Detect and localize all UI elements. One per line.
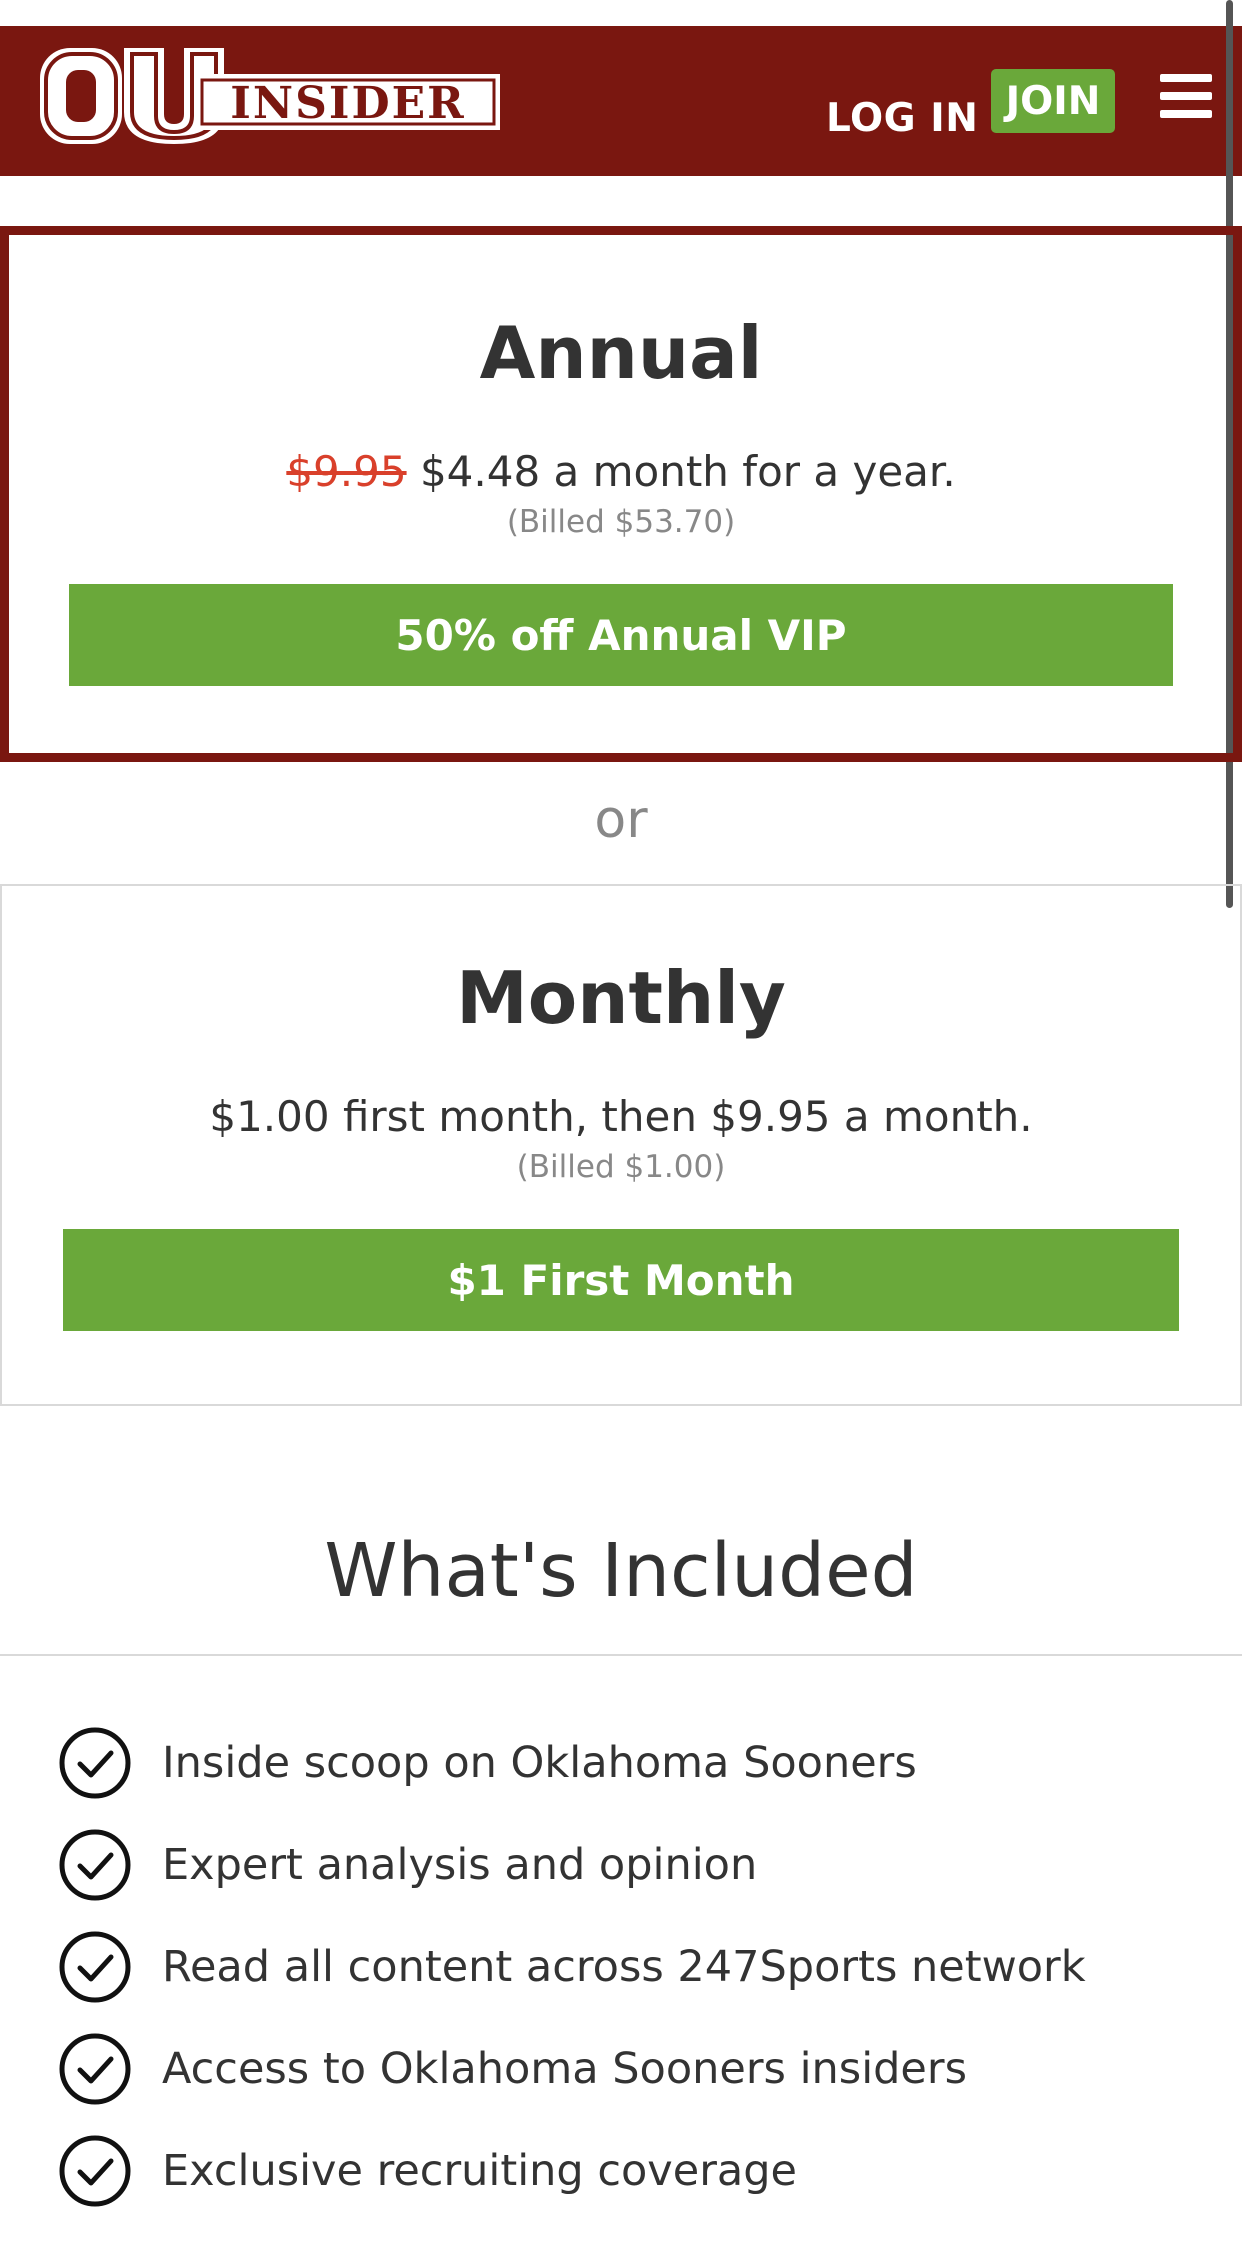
- plan-price: $1.00 first month, then $9.95 a month.: [209, 1092, 1033, 1141]
- plan-title: Monthly: [456, 956, 786, 1040]
- discounted-price: $4.48 a month for a year.: [419, 447, 956, 496]
- list-item: Read all content across 247Sports networ…: [58, 1916, 1208, 2018]
- original-price: $9.95: [286, 447, 407, 496]
- feature-label: Inside scoop on Oklahoma Sooners: [162, 1738, 917, 1788]
- first-month-button[interactable]: $1 First Month: [63, 1229, 1179, 1331]
- join-button[interactable]: JOIN: [991, 69, 1115, 133]
- login-link[interactable]: LOG IN: [826, 96, 978, 141]
- included-list: Inside scoop on Oklahoma Sooners Expert …: [58, 1712, 1208, 2222]
- billed-amount: (Billed $1.00): [516, 1149, 726, 1185]
- list-item: Access to Oklahoma Sooners insiders: [58, 2018, 1208, 2120]
- check-circle-icon: [59, 2033, 131, 2105]
- ou-insider-logo[interactable]: INSIDER: [36, 40, 506, 150]
- check-circle-icon: [59, 2135, 131, 2207]
- site-header: INSIDER LOG IN JOIN: [0, 26, 1242, 176]
- included-title: What's Included: [324, 1528, 918, 1614]
- list-item: Expert analysis and opinion: [58, 1814, 1208, 1916]
- feature-label: Access to Oklahoma Sooners insiders: [162, 2044, 967, 2094]
- feature-label: Expert analysis and opinion: [162, 1840, 758, 1890]
- annual-vip-button[interactable]: 50% off Annual VIP: [69, 584, 1173, 686]
- divider: [0, 1654, 1242, 1656]
- feature-label: Exclusive recruiting coverage: [162, 2146, 797, 2196]
- hamburger-menu-icon[interactable]: [1160, 74, 1212, 120]
- svg-text:INSIDER: INSIDER: [230, 78, 465, 129]
- separator-or: or: [594, 790, 648, 850]
- list-item: Exclusive recruiting coverage: [58, 2120, 1208, 2222]
- check-circle-icon: [59, 1727, 131, 1799]
- annual-plan-card[interactable]: Annual $9.95 $4.48 a month for a year. (…: [0, 226, 1242, 762]
- plan-price: $9.95 $4.48 a month for a year.: [9, 447, 1233, 496]
- list-item: Inside scoop on Oklahoma Sooners: [58, 1712, 1208, 1814]
- page: INSIDER LOG IN JOIN Annual $9.95 $4.48 a…: [0, 0, 1242, 2255]
- check-circle-icon: [59, 1931, 131, 2003]
- monthly-plan-card[interactable]: Monthly $1.00 first month, then $9.95 a …: [0, 884, 1242, 1406]
- feature-label: Read all content across 247Sports networ…: [162, 1942, 1086, 1992]
- check-circle-icon: [59, 1829, 131, 1901]
- billed-amount: (Billed $53.70): [506, 504, 736, 540]
- plan-title: Annual: [479, 311, 763, 395]
